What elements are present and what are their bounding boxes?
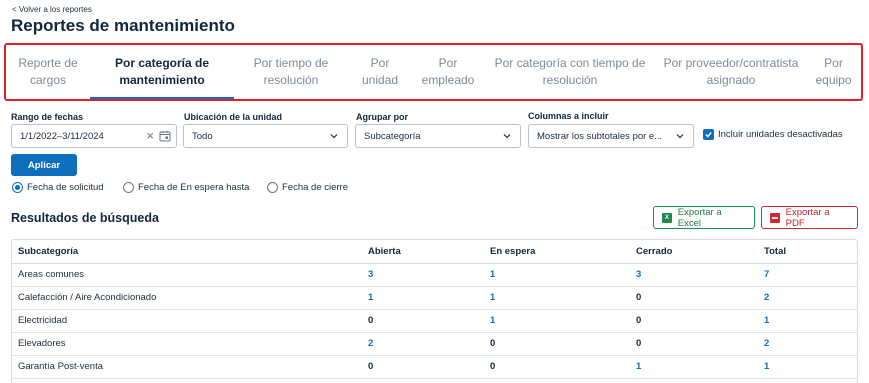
- table-row: Calefacción / Aire Acondicionado 1 1 0 2: [12, 286, 857, 310]
- results-title: Resultados de búsqueda: [11, 211, 159, 225]
- chevron-down-icon: [503, 134, 511, 139]
- table-row: Elevadores 2 0 0 2: [12, 332, 857, 356]
- radio-button[interactable]: [123, 182, 134, 193]
- count-cell[interactable]: 1: [484, 263, 630, 287]
- export-pdf-label: Exportar a PDF: [785, 206, 830, 229]
- table-header-row: Subcategoría Abierta En espera Cerrado T…: [12, 240, 857, 264]
- group-by-select[interactable]: Subcategoría: [355, 124, 521, 148]
- tab-label: Por equipo: [815, 56, 852, 87]
- subcategory-cell: Elevadores: [12, 332, 362, 356]
- tab-label: Por proveedor/contratista asignado: [663, 56, 799, 87]
- count-cell: 0: [630, 309, 758, 333]
- report-tabs: Reporte de cargos Por categoría de mante…: [4, 43, 863, 101]
- radio-label: Fecha de En espera hasta: [138, 182, 250, 193]
- count-cell: 0: [630, 286, 758, 310]
- count-cell[interactable]: 1: [630, 355, 758, 379]
- tab-by-maintenance-category[interactable]: Por categoría de mantenimiento: [90, 45, 234, 99]
- date-range-label: Rango de fechas: [11, 112, 84, 122]
- radio-on-hold-date[interactable]: Fecha de En espera hasta: [123, 182, 249, 193]
- count-cell: 0: [362, 309, 484, 333]
- unit-location-value: Todo: [192, 130, 213, 142]
- include-inactive-toggle[interactable]: Incluir unidades desactivadas: [703, 129, 843, 140]
- tab-by-employee[interactable]: Por empleado: [412, 45, 484, 99]
- count-cell[interactable]: 2: [758, 286, 857, 310]
- count-cell: 0: [362, 355, 484, 379]
- clear-date-icon[interactable]: ×: [146, 128, 154, 143]
- radio-request-date[interactable]: Fecha de solicitud: [12, 182, 104, 193]
- unit-location-select[interactable]: Todo: [183, 124, 348, 148]
- page-title: Reportes de mantenimiento: [11, 16, 235, 35]
- tab-label: Por categoría con tiempo de resolución: [494, 56, 646, 87]
- radio-button[interactable]: [267, 182, 278, 193]
- include-inactive-checkbox[interactable]: [703, 129, 714, 140]
- table-row: Electricidad 0 1 0 1: [12, 309, 857, 333]
- include-inactive-label: Incluir unidades desactivadas: [718, 129, 843, 140]
- tab-by-unit[interactable]: Por unidad: [348, 45, 412, 99]
- count-cell: 0: [484, 355, 630, 379]
- tab-label: Por categoría de mantenimiento: [114, 56, 210, 87]
- subcategory-cell: Electricidad: [12, 309, 362, 333]
- date-range-input[interactable]: 1/1/2022–3/11/2024 ×: [11, 124, 177, 148]
- tab-label: Reporte de cargos: [18, 56, 78, 87]
- column-header: En espera: [484, 240, 630, 264]
- columns-select[interactable]: Mostrar los subtotales por e...: [528, 124, 694, 148]
- check-icon: [705, 132, 712, 138]
- tab-by-equipment[interactable]: Por equipo: [806, 45, 861, 99]
- count-cell[interactable]: 2: [758, 332, 857, 356]
- chevron-down-icon: [676, 134, 684, 139]
- tab-by-category-with-resolution-time[interactable]: Por categoría con tiempo de resolución: [484, 45, 656, 99]
- radio-close-date[interactable]: Fecha de cierre: [267, 182, 348, 193]
- tab-charges-report[interactable]: Reporte de cargos: [6, 45, 90, 99]
- count-cell[interactable]: 1: [484, 309, 630, 333]
- count-cell[interactable]: 1: [484, 286, 630, 310]
- subcategory-cell: Garantía Post-venta: [12, 355, 362, 379]
- apply-button[interactable]: Aplicar: [11, 154, 77, 176]
- count-cell[interactable]: 1: [758, 355, 857, 379]
- group-by-label: Agrupar por: [356, 112, 409, 122]
- export-excel-label: Exportar a Excel: [677, 206, 722, 229]
- tab-by-assigned-vendor[interactable]: Por proveedor/contratista asignado: [656, 45, 806, 99]
- column-header: Subcategoría: [12, 240, 362, 264]
- date-range-value: 1/1/2022–3/11/2024: [20, 130, 104, 142]
- count-cell: 0: [630, 332, 758, 356]
- radio-label: Fecha de cierre: [282, 182, 349, 193]
- count-cell[interactable]: 3: [630, 263, 758, 287]
- table-row: Areas comunes 3 1 3 7: [12, 263, 857, 287]
- radio-label: Fecha de solicitud: [27, 182, 104, 193]
- subcategory-cell: Calefacción / Aire Acondicionado: [12, 286, 362, 310]
- tab-label: Por tiempo de resolución: [253, 56, 329, 87]
- tab-label: Por unidad: [361, 56, 399, 87]
- count-cell[interactable]: 1: [362, 286, 484, 310]
- tab-by-resolution-time[interactable]: Por tiempo de resolución: [234, 45, 348, 99]
- count-cell: 0: [484, 332, 630, 356]
- results-table: Subcategoría Abierta En espera Cerrado T…: [11, 239, 858, 383]
- column-header: Total: [758, 240, 857, 264]
- columns-label: Columnas a incluir: [528, 111, 609, 121]
- tab-label: Por empleado: [421, 56, 475, 87]
- pdf-icon: ▬: [770, 212, 780, 223]
- columns-value: Mostrar los subtotales por e...: [537, 130, 663, 142]
- export-excel-button[interactable]: X Exportar a Excel: [653, 206, 755, 229]
- column-header: Cerrado: [630, 240, 758, 264]
- export-pdf-button[interactable]: ▬ Exportar a PDF: [761, 206, 858, 229]
- count-cell[interactable]: 1: [758, 309, 857, 333]
- count-cell[interactable]: 2: [362, 332, 484, 356]
- table-row: Garantía Post-venta 0 0 1 1: [12, 355, 857, 379]
- back-to-reports-link[interactable]: < Volver a los reportes: [12, 5, 92, 14]
- chevron-down-icon: [330, 134, 338, 139]
- count-cell[interactable]: 3: [362, 263, 484, 287]
- column-header: Abierta: [362, 240, 484, 264]
- radio-button[interactable]: [12, 182, 23, 193]
- subcategory-cell: Areas comunes: [12, 263, 362, 287]
- count-cell[interactable]: 7: [758, 263, 857, 287]
- unit-location-label: Ubicación de la unidad: [184, 112, 283, 122]
- excel-icon: X: [662, 212, 672, 223]
- calendar-icon[interactable]: [159, 130, 171, 142]
- group-by-value: Subcategoría: [364, 130, 421, 142]
